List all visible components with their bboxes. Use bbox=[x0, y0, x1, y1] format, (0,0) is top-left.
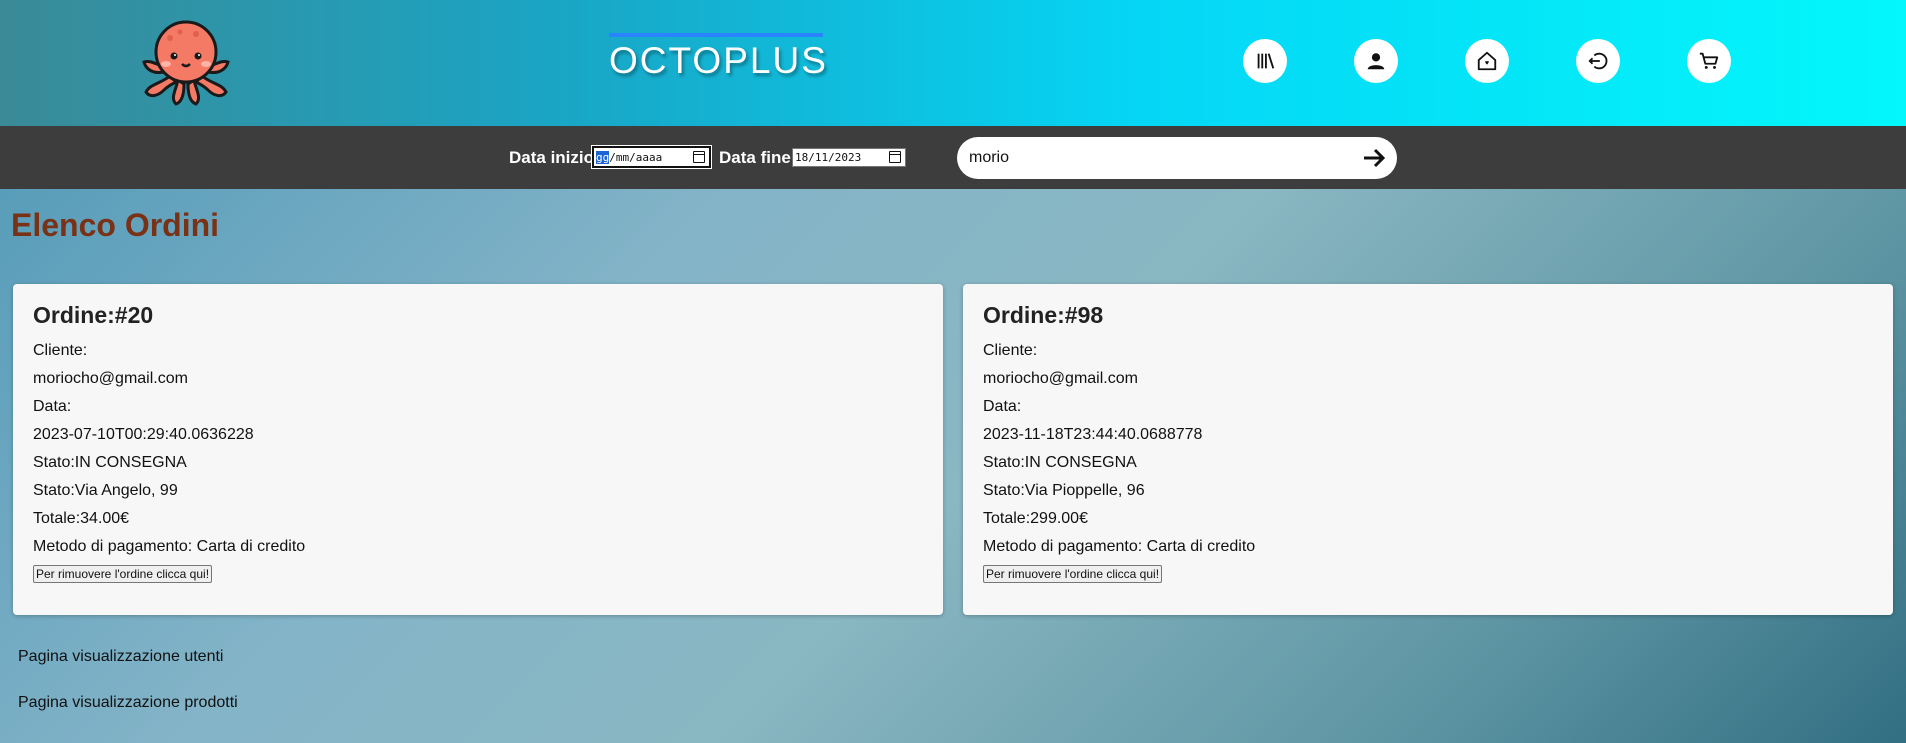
start-date-input[interactable]: gg/mm/aaaa bbox=[591, 145, 712, 169]
order-address: Stato:Via Angelo, 99 bbox=[33, 482, 178, 499]
order-title: Ordine:#20 bbox=[33, 302, 154, 328]
order-address: Stato:Via Pioppelle, 96 bbox=[983, 482, 1145, 499]
customer-email: moriocho@gmail.com bbox=[983, 370, 1138, 387]
arrow-right-icon[interactable] bbox=[1362, 147, 1386, 169]
octopus-logo-icon[interactable] bbox=[140, 18, 232, 108]
customer-email: moriocho@gmail.com bbox=[33, 370, 188, 387]
remove-order-button[interactable]: Per rimuovere l'ordine clicca qui! bbox=[983, 565, 1163, 583]
filter-bar bbox=[0, 126, 1906, 189]
library-icon[interactable] bbox=[1243, 39, 1287, 83]
order-date: 2023-11-18T23:44:40.0688778 bbox=[983, 426, 1203, 443]
payment-method: Metodo di pagamento: Carta di credito bbox=[983, 538, 1256, 555]
date-label: Data: bbox=[983, 398, 1022, 415]
users-page-link[interactable]: Pagina visualizzazione utenti bbox=[18, 648, 223, 666]
end-date-label: Data fine: bbox=[719, 148, 797, 167]
home-icon[interactable] bbox=[1465, 39, 1509, 83]
order-title: Ordine:#98 bbox=[983, 302, 1104, 328]
cart-icon[interactable] bbox=[1687, 39, 1731, 83]
logout-icon[interactable] bbox=[1576, 39, 1620, 83]
start-date-label: Data inizio: bbox=[509, 148, 600, 167]
calendar-icon[interactable] bbox=[693, 151, 705, 163]
order-status: Stato:IN CONSEGNA bbox=[33, 454, 187, 471]
order-card: Ordine:#20 Cliente: moriocho@gmail.com D… bbox=[13, 284, 943, 615]
customer-label: Cliente: bbox=[33, 342, 88, 359]
user-icon[interactable] bbox=[1354, 39, 1398, 83]
order-total: Totale:299.00€ bbox=[983, 510, 1088, 527]
products-page-link[interactable]: Pagina visualizzazione prodotti bbox=[18, 694, 238, 712]
brand-title: OCTOPLUS bbox=[609, 33, 826, 85]
customer-label: Cliente: bbox=[983, 342, 1038, 359]
remove-order-button[interactable]: Per rimuovere l'ordine clicca qui! bbox=[33, 565, 213, 583]
search-input[interactable]: morio bbox=[957, 137, 1397, 179]
order-status: Stato:IN CONSEGNA bbox=[983, 454, 1137, 471]
date-label: Data: bbox=[33, 398, 72, 415]
header: OCTOPLUS bbox=[0, 0, 1906, 126]
end-date-input[interactable]: 18/11/2023 bbox=[792, 148, 906, 167]
payment-method: Metodo di pagamento: Carta di credito bbox=[33, 538, 306, 555]
calendar-icon[interactable] bbox=[889, 151, 901, 163]
order-total: Totale:34.00€ bbox=[33, 510, 130, 527]
order-card: Ordine:#98 Cliente: moriocho@gmail.com D… bbox=[963, 284, 1893, 615]
order-date: 2023-07-10T00:29:40.0636228 bbox=[33, 426, 254, 443]
page-title: Elenco Ordini bbox=[11, 207, 220, 243]
